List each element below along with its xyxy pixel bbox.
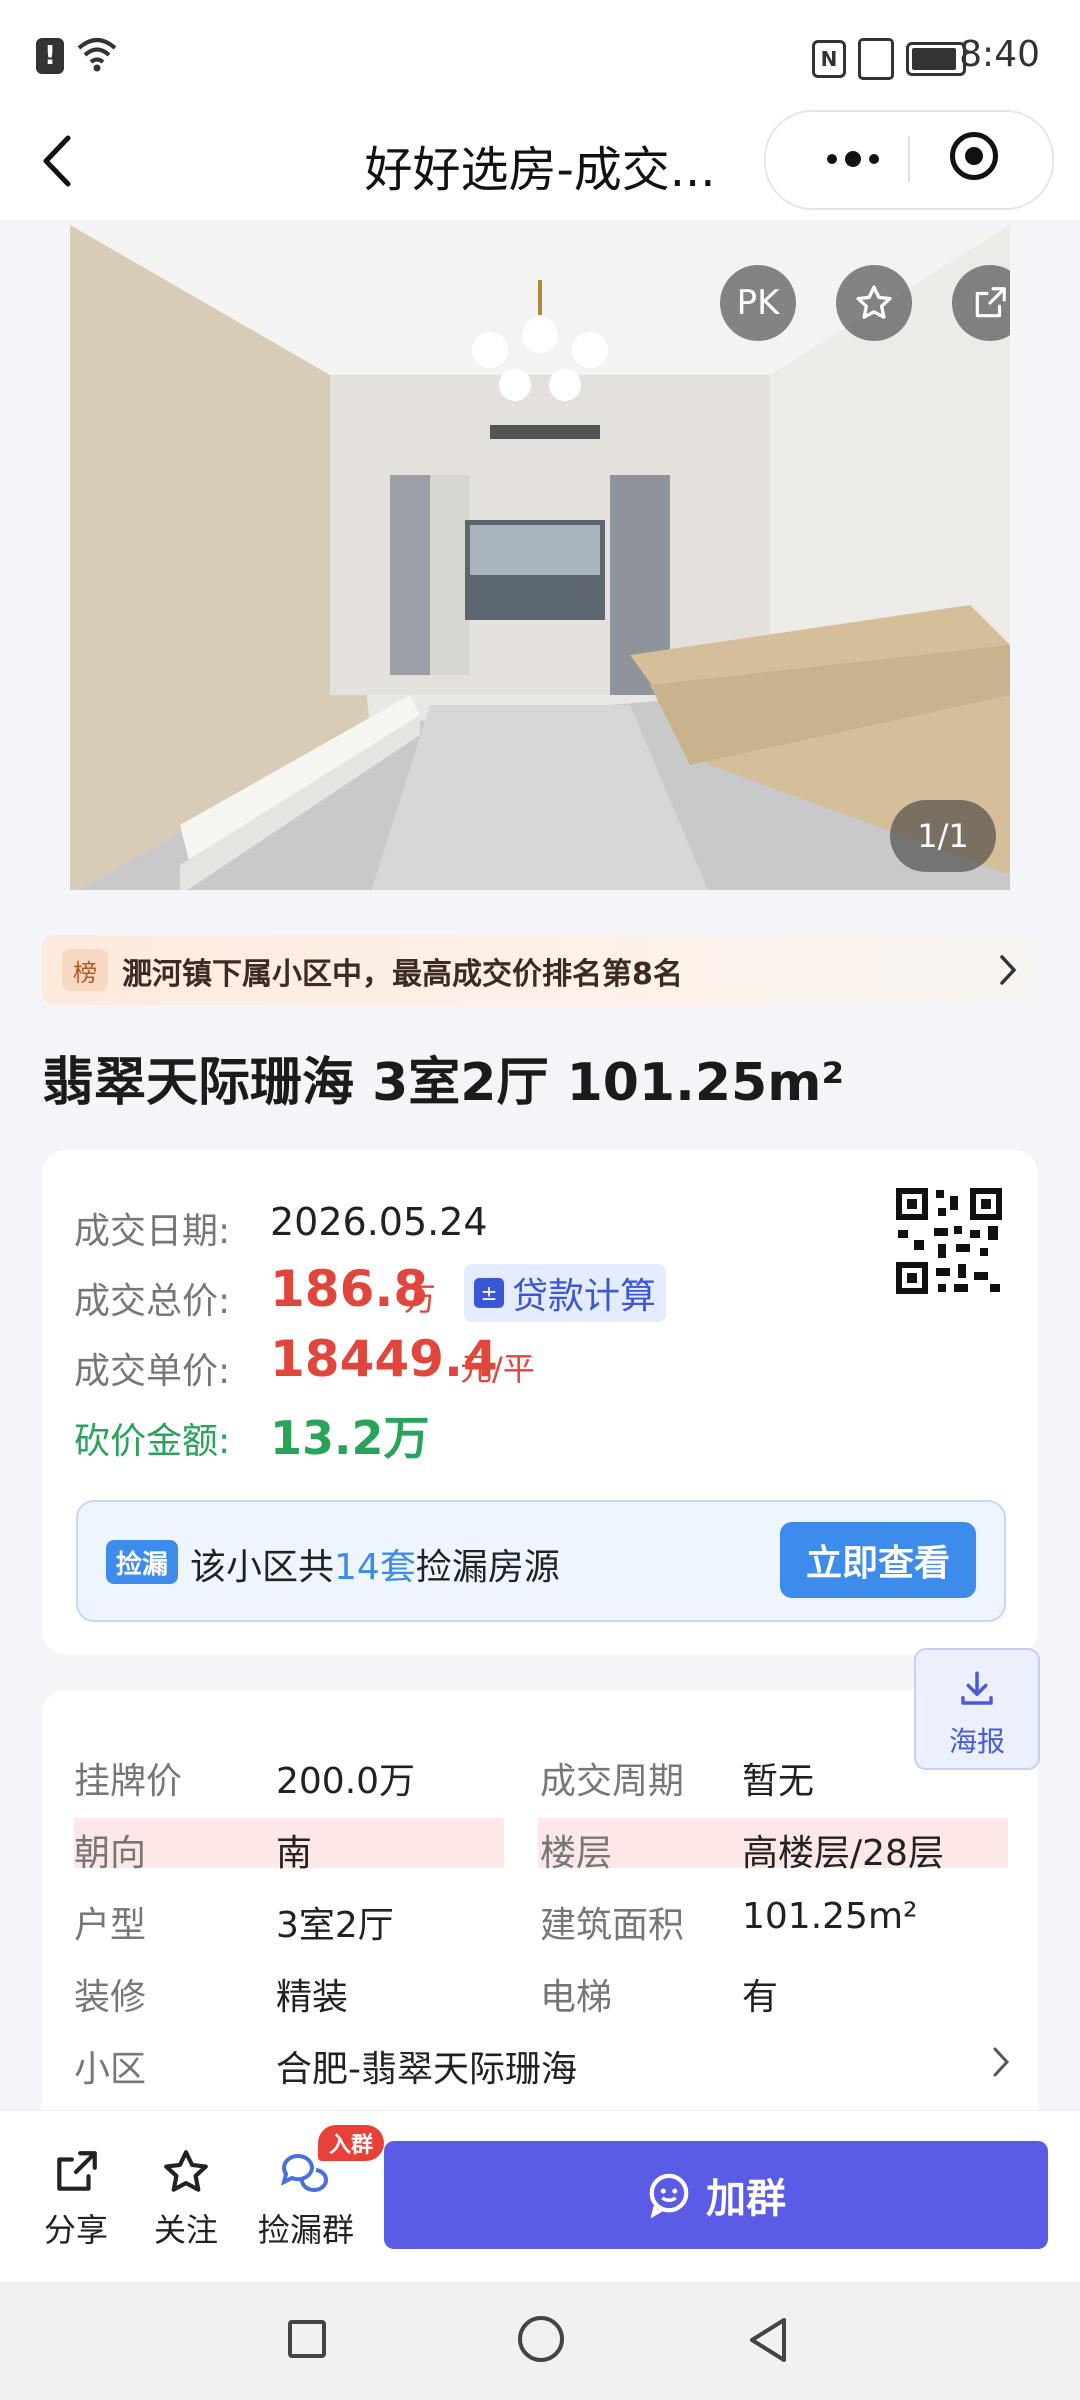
share-label: 分享	[43, 2211, 108, 2249]
leak-group-action[interactable]: 捡漏群	[246, 2147, 366, 2251]
close-target-icon[interactable]	[950, 132, 998, 180]
detail-value: 南	[276, 1833, 313, 1874]
leak-promo-box[interactable]: 捡漏 该小区共14套捡漏房源 立即查看	[76, 1500, 1006, 1622]
star-icon	[164, 2150, 208, 2192]
view-now-button[interactable]: 立即查看	[780, 1522, 976, 1598]
poster-button[interactable]: 海报	[914, 1648, 1040, 1770]
chevron-right-icon	[993, 2047, 1010, 2077]
price-cut-value: 13.2万	[270, 1411, 430, 1465]
miniprogram-capsule	[764, 110, 1054, 210]
follow-label: 关注	[153, 2211, 218, 2249]
detail-value: 3室2厅	[276, 1905, 394, 1946]
detail-label: 挂牌价	[74, 1761, 183, 1802]
follow-action[interactable]: 关注	[136, 2147, 236, 2251]
share-icon	[57, 2151, 97, 2191]
back-icon[interactable]	[38, 132, 78, 190]
rank-banner[interactable]: 榜 淝河镇下属小区中，最高成交价排名第8名	[42, 935, 1038, 1005]
detail-value: 合肥-翡翠天际珊海	[276, 2049, 577, 2090]
detail-label: 小区	[74, 2049, 147, 2090]
calculator-icon: ±	[474, 1278, 504, 1308]
detail-label: 建筑面积	[540, 1905, 685, 1946]
deal-card: 成交日期: 2026.05.24 成交总价: 186.8 万 ± 贷款计算 成交…	[42, 1150, 1038, 1655]
leak-tag: 捡漏	[106, 1540, 178, 1584]
status-bar: ! N 8:40	[0, 0, 1080, 110]
detail-value: 高楼层/28层	[742, 1833, 944, 1874]
pk-compare-button[interactable]: PK	[720, 265, 796, 341]
rank-badge: 榜	[62, 949, 108, 991]
battery-icon	[906, 42, 966, 76]
detail-value: 200.0万	[276, 1761, 416, 1802]
deal-total-unit: 万	[404, 1280, 437, 1318]
leak-count: 14套	[334, 1547, 416, 1588]
join-group-button[interactable]: 加群	[384, 2141, 1048, 2249]
detail-value: 精装	[276, 1977, 349, 2018]
deal-date-label: 成交日期:	[74, 1211, 231, 1252]
back-triangle-icon[interactable]	[746, 2316, 792, 2364]
join-badge: 入群	[318, 2125, 384, 2161]
share-action[interactable]: 分享	[26, 2147, 126, 2251]
rank-text: 淝河镇下属小区中，最高成交价排名第8名	[122, 957, 683, 992]
nav-bar: 好好选房-成交...	[0, 110, 1080, 220]
detail-label: 楼层	[540, 1833, 613, 1874]
listing-title: 翡翠天际珊海 3室2厅 101.25m²	[42, 1053, 845, 1113]
details-card: 挂牌价 200.0万 成交周期 暂无 朝向 南 楼层 高楼层/28层 户型 3室…	[42, 1690, 1038, 2110]
detail-value: 101.25m²	[742, 1896, 918, 1937]
join-group-label: 加群	[706, 2176, 786, 2222]
community-row[interactable]: 小区 合肥-翡翠天际珊海	[42, 2030, 1038, 2090]
qr-code[interactable]	[894, 1186, 1004, 1296]
download-icon	[961, 1671, 993, 1705]
leak-text: 该小区共14套捡漏房源	[190, 1538, 560, 1590]
page-title: 好好选房-成交...	[364, 142, 716, 198]
detail-label: 装修	[74, 1977, 147, 2018]
capsule-divider	[908, 136, 910, 182]
deal-unit-unit: 元/平	[460, 1350, 535, 1388]
detail-label: 朝向	[74, 1833, 147, 1874]
recent-apps-icon[interactable]	[288, 2320, 326, 2358]
loan-calc-button[interactable]: ± 贷款计算	[464, 1264, 667, 1322]
price-cut-label: 砍价金额:	[74, 1421, 231, 1462]
detail-value: 有	[742, 1977, 779, 2018]
home-icon[interactable]	[518, 2316, 564, 2362]
deal-date-value: 2026.05.24	[270, 1200, 488, 1244]
clock: 8:40	[959, 34, 1040, 75]
photo-pager: 1/1	[890, 800, 996, 872]
leak-group-label: 捡漏群	[257, 2211, 354, 2249]
deal-unit-label: 成交单价:	[74, 1351, 231, 1392]
listing-photo[interactable]: PK	[70, 225, 1010, 895]
detail-label: 成交周期	[540, 1761, 685, 1802]
detail-value: 暂无	[742, 1761, 815, 1802]
poster-label: 海报	[948, 1725, 1005, 1758]
alert-icon: !	[36, 38, 64, 74]
system-nav-bar	[0, 2282, 1080, 2400]
chevron-right-icon	[1000, 955, 1017, 985]
bottom-action-bar: 分享 关注 捡漏群 入群 加群	[0, 2110, 1080, 2281]
vibrate-icon	[858, 38, 894, 80]
leak-text-prefix: 该小区共	[190, 1547, 335, 1588]
loan-calc-label: 贷款计算	[512, 1276, 657, 1317]
chat-smile-icon	[649, 2173, 689, 2218]
deal-total-label: 成交总价:	[74, 1281, 231, 1322]
wifi-icon	[77, 38, 117, 72]
nfc-icon: N	[812, 40, 846, 78]
detail-label: 户型	[74, 1905, 147, 1946]
leak-text-suffix: 捡漏房源	[415, 1547, 560, 1588]
detail-label: 电梯	[540, 1977, 613, 2018]
favorite-star-icon[interactable]	[836, 265, 912, 341]
more-icon[interactable]	[798, 132, 908, 186]
